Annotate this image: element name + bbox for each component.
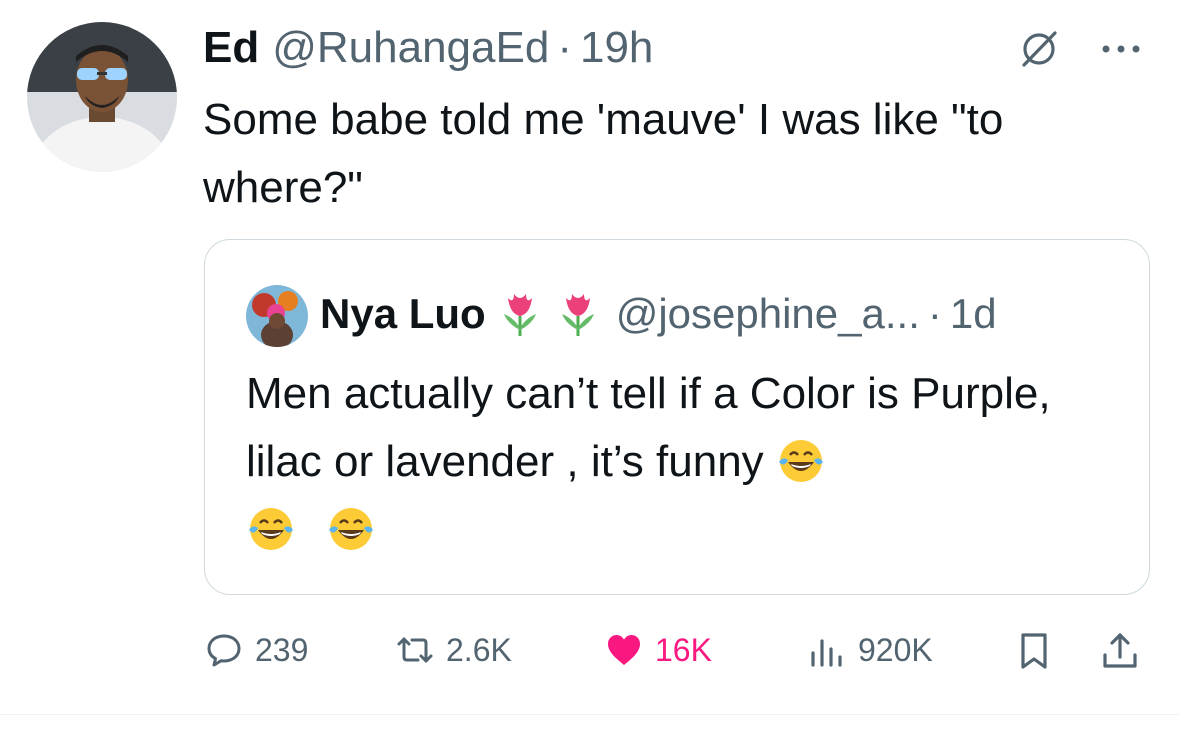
quoted-tweet-timestamp[interactable]: 1d <box>950 290 997 338</box>
quoted-author-handle[interactable]: @josephine_a... <box>616 290 920 338</box>
divider <box>0 714 1179 715</box>
quoted-author-name[interactable]: Nya Luo <box>320 290 486 338</box>
reply-count: 239 <box>255 631 309 668</box>
reply-button[interactable]: 239 <box>205 618 308 682</box>
tweet-text: Some babe told me 'mauve' I was like "to… <box>203 95 1004 212</box>
views-count: 920K <box>858 631 933 668</box>
tulip-emoji <box>503 294 536 336</box>
views-button[interactable]: 920K <box>808 618 933 682</box>
views-icon <box>811 639 842 667</box>
repost-button[interactable]: 2.6K <box>396 618 512 682</box>
more-icon[interactable] <box>1098 32 1144 66</box>
quoted-tweet[interactable]: Nya Luo @josephine_a... · 1d Men actuall… <box>204 239 1150 595</box>
tweet-header: Ed @RuhangaEd · 19h <box>203 18 653 78</box>
author-avatar[interactable] <box>27 22 177 172</box>
quoted-tweet-body: Men actually can’t tell if a Color is Pu… <box>246 369 1051 486</box>
like-count: 16K <box>655 631 712 668</box>
author-name[interactable]: Ed <box>203 23 259 73</box>
quoted-tweet-header: Nya Luo @josephine_a... · 1d <box>320 284 997 344</box>
tulip-emoji <box>561 294 594 336</box>
separator-dot: · <box>927 290 942 337</box>
face-with-tears-of-joy-emoji <box>329 508 374 550</box>
face-with-tears-of-joy-emoji <box>778 440 823 482</box>
like-button[interactable]: 16K <box>605 618 712 682</box>
heart-icon <box>608 635 640 665</box>
repost-icon <box>397 637 433 663</box>
grok-icon[interactable] <box>1018 28 1060 70</box>
tweet-timestamp[interactable]: 19h <box>580 23 653 73</box>
reply-icon <box>207 634 241 667</box>
face-with-tears-of-joy-emoji <box>249 508 293 550</box>
quoted-tweet-text: Men actually can’t tell if a Color is Pu… <box>246 360 1126 564</box>
action-bar: 239 2.6K 16K 920K <box>0 618 1179 682</box>
separator-dot: · <box>557 23 572 72</box>
repost-count: 2.6K <box>446 631 512 668</box>
author-handle[interactable]: @RuhangaEd <box>272 23 549 73</box>
bookmark-icon[interactable] <box>1014 631 1054 671</box>
quoted-author-avatar[interactable] <box>246 285 308 347</box>
share-icon[interactable] <box>1100 631 1140 671</box>
